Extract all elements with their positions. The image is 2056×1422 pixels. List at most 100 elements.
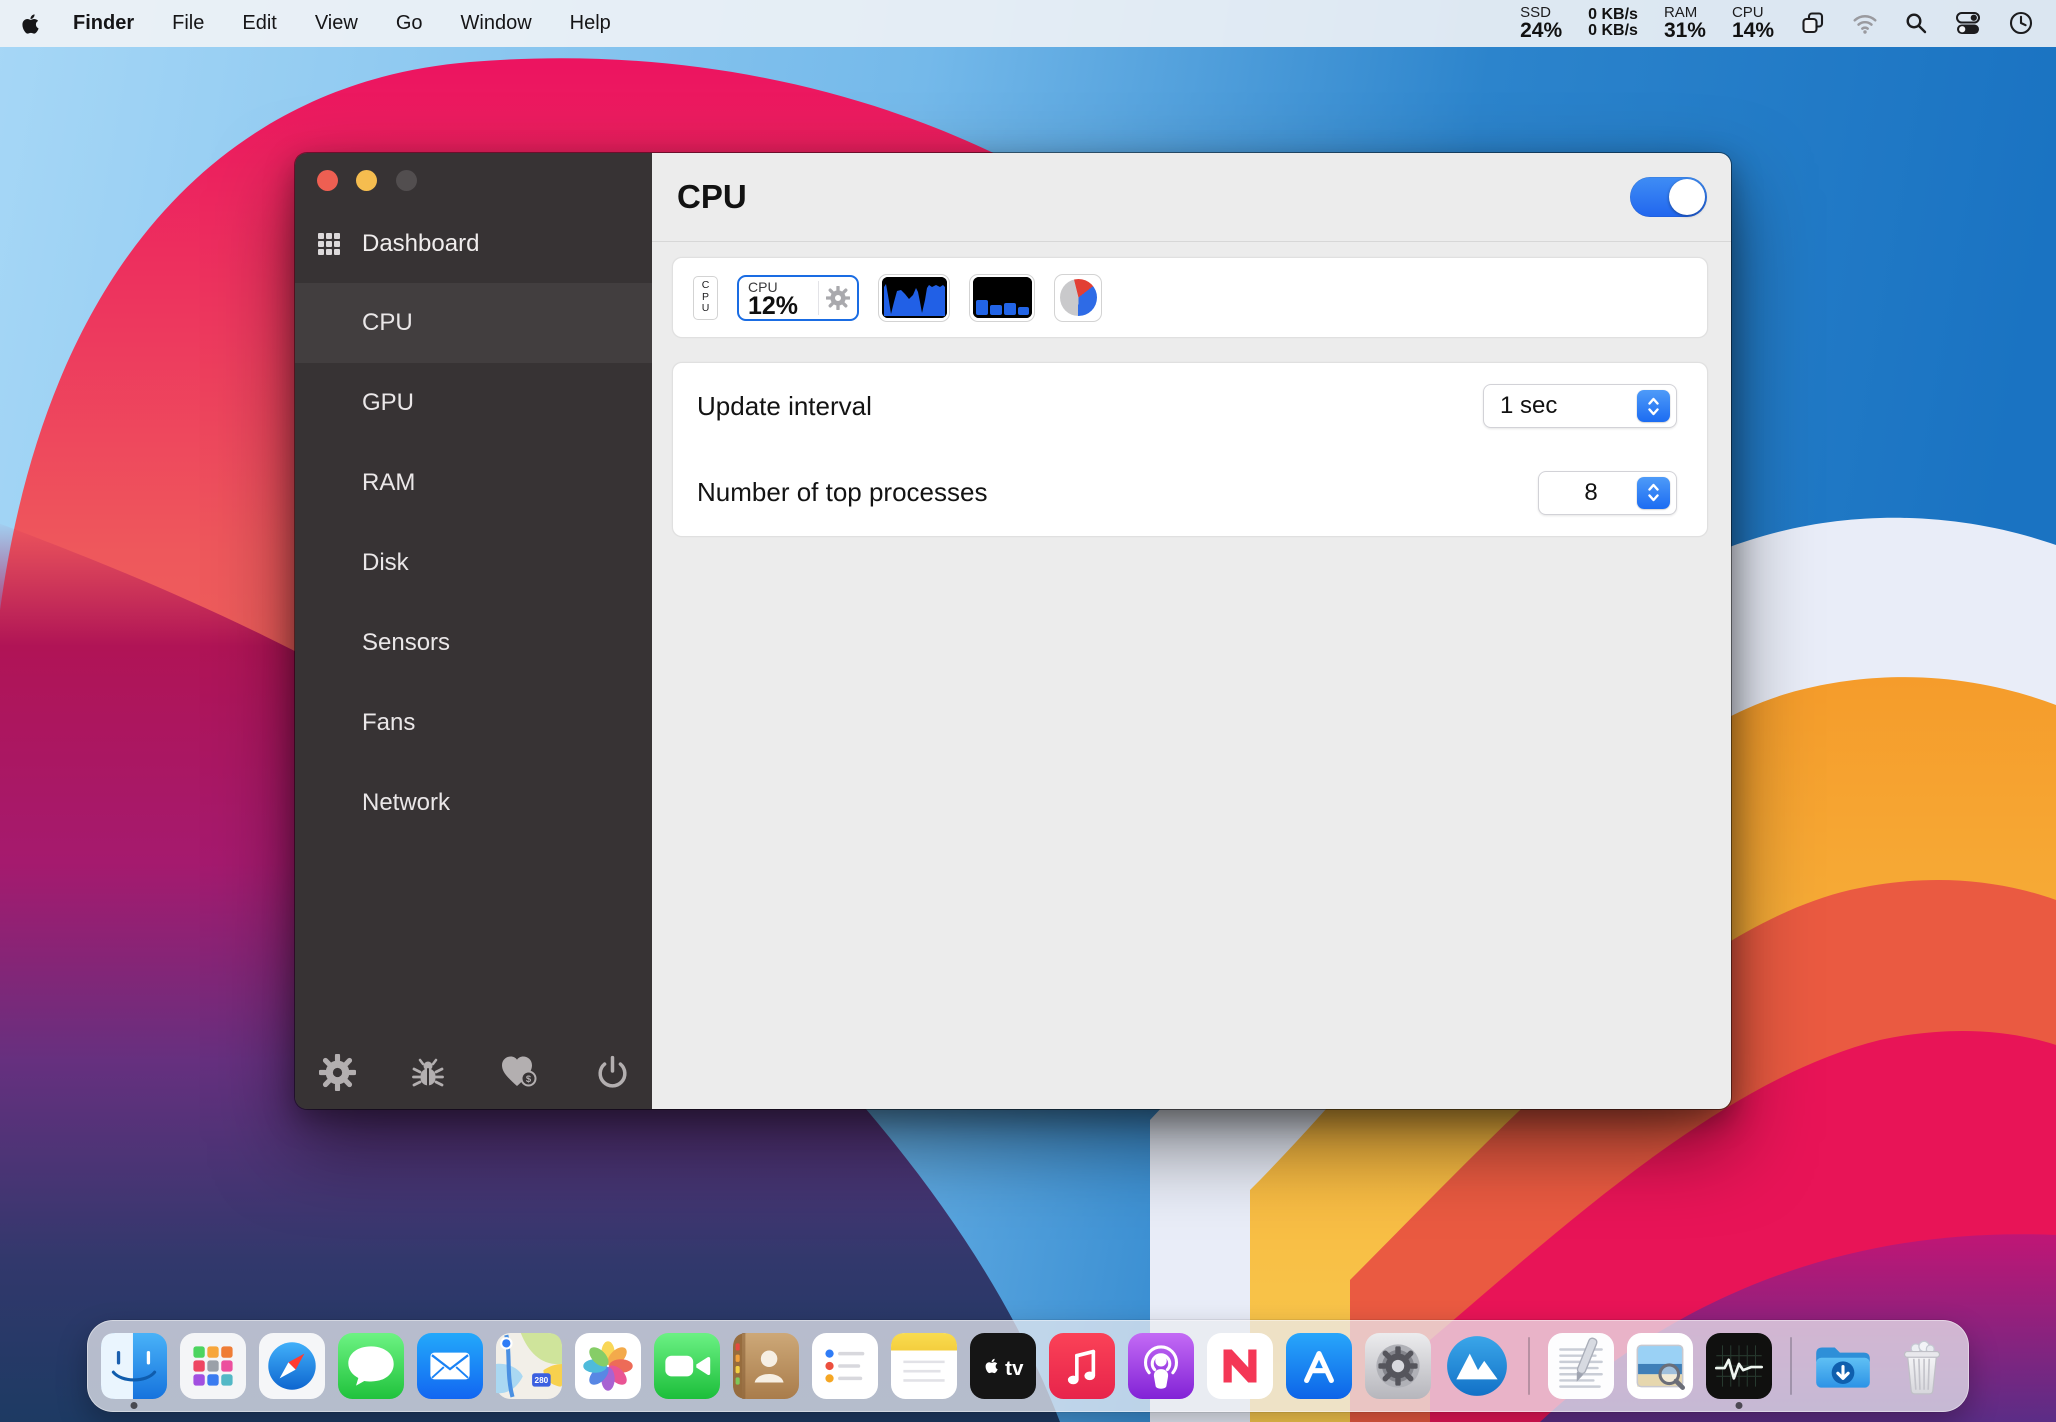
module-enable-toggle[interactable] [1630, 177, 1707, 217]
bar-chart-icon [973, 277, 1032, 318]
dock-item-system-preferences[interactable] [1365, 1333, 1431, 1399]
menu-window[interactable]: Window [461, 12, 532, 35]
dock-item-trash[interactable] [1889, 1333, 1955, 1399]
widget-mini-text[interactable]: C P U [693, 276, 718, 320]
dock-item-launchpad[interactable] [180, 1333, 246, 1399]
svg-text:tv: tv [1005, 1357, 1024, 1380]
ram-value: 31% [1664, 20, 1706, 42]
sidebar-item-ram[interactable]: RAM [295, 443, 652, 523]
dock-item-news[interactable] [1207, 1333, 1273, 1399]
status-cpu[interactable]: CPU 14% [1732, 5, 1774, 43]
podcasts-icon [1128, 1333, 1194, 1399]
settings-gear-icon[interactable] [319, 1054, 356, 1091]
widget-label-value-selected[interactable]: CPU 12% [737, 275, 859, 321]
zoom-button-disabled[interactable] [396, 170, 417, 191]
dock-item-monitoring-app[interactable] [1444, 1333, 1510, 1399]
menu-help[interactable]: Help [570, 12, 611, 35]
contacts-icon [733, 1333, 799, 1399]
update-interval-select[interactable]: 1 sec [1483, 384, 1677, 428]
sidebar-item-cpu[interactable]: CPU [295, 283, 652, 363]
running-indicator [131, 1402, 138, 1409]
panel-header: CPU [652, 153, 1731, 242]
widget-bar-chart[interactable] [969, 274, 1035, 322]
music-icon [1049, 1333, 1115, 1399]
close-button[interactable] [317, 170, 338, 191]
menu-file[interactable]: File [172, 12, 204, 35]
desktop: Finder File Edit View Go Window Help SSD… [0, 0, 2056, 1422]
control-center-icon[interactable] [1954, 10, 1982, 36]
windows-stack-icon[interactable] [1800, 10, 1826, 36]
bug-report-icon[interactable] [410, 1055, 446, 1091]
dock-item-safari[interactable] [259, 1333, 325, 1399]
top-processes-select[interactable]: 8 [1538, 471, 1677, 515]
safari-icon [259, 1333, 325, 1399]
cpu-value: 14% [1732, 20, 1774, 42]
dock-item-downloads[interactable] [1810, 1333, 1876, 1399]
sidebar-item-disk[interactable]: Disk [295, 523, 652, 603]
dock-item-activity-monitor[interactable] [1706, 1333, 1772, 1399]
dock-item-finder[interactable] [101, 1333, 167, 1399]
launchpad-icon [180, 1333, 246, 1399]
mail-icon [417, 1333, 483, 1399]
power-icon[interactable] [594, 1054, 631, 1091]
dock-item-music[interactable] [1049, 1333, 1115, 1399]
dock-item-photos[interactable] [575, 1333, 641, 1399]
dock-item-podcasts[interactable] [1128, 1333, 1194, 1399]
donate-heart-icon[interactable]: $ [500, 1055, 540, 1091]
settings-card: Update interval 1 sec Number of top proc… [672, 362, 1708, 537]
messages-icon [338, 1333, 404, 1399]
apple-menu-icon[interactable] [22, 13, 39, 35]
update-interval-value: 1 sec [1500, 392, 1557, 420]
dock-item-reminders[interactable] [812, 1333, 878, 1399]
dock-item-textedit[interactable] [1548, 1333, 1614, 1399]
clock-icon[interactable] [2008, 10, 2034, 36]
dock-item-tv[interactable]: tv [970, 1333, 1036, 1399]
dock-item-app-store[interactable] [1286, 1333, 1352, 1399]
dock-item-contacts[interactable] [733, 1333, 799, 1399]
facetime-icon [654, 1333, 720, 1399]
sidebar-item-fans[interactable]: Fans [295, 683, 652, 763]
setting-row-update-interval: Update interval 1 sec [673, 363, 1707, 450]
widget-settings-gear-icon[interactable] [819, 277, 857, 319]
toggle-knob [1669, 179, 1705, 215]
downloads-folder-icon [1810, 1333, 1876, 1399]
top-processes-value: 8 [1555, 479, 1627, 507]
dock-item-messages[interactable] [338, 1333, 404, 1399]
main-panel: CPU C P U CPU 12% [652, 153, 1731, 1109]
running-indicator [1736, 1402, 1743, 1409]
dock-item-facetime[interactable] [654, 1333, 720, 1399]
maps-icon: 280 [496, 1333, 562, 1399]
sidebar-item-network[interactable]: Network [295, 763, 652, 843]
stepper-icon[interactable] [1637, 390, 1670, 422]
trash-icon [1889, 1333, 1955, 1399]
activity-monitor-icon [1706, 1333, 1772, 1399]
page-title: CPU [677, 178, 747, 216]
stepper-icon[interactable] [1637, 477, 1670, 509]
status-network[interactable]: 0 KB/s 0 KB/s [1588, 7, 1638, 41]
widget-line-chart[interactable] [878, 274, 950, 322]
dock-item-notes[interactable] [891, 1333, 957, 1399]
search-icon[interactable] [1904, 11, 1928, 35]
status-ram[interactable]: RAM 31% [1664, 5, 1706, 43]
menu-edit[interactable]: Edit [242, 12, 276, 35]
notes-icon [891, 1333, 957, 1399]
widget-pie-chart[interactable] [1054, 274, 1102, 322]
sidebar-item-gpu[interactable]: GPU [295, 363, 652, 443]
dock-item-mail[interactable] [417, 1333, 483, 1399]
dock-item-maps[interactable]: 280 [496, 1333, 562, 1399]
menu-go[interactable]: Go [396, 12, 423, 35]
dock: 280 [87, 1320, 1969, 1412]
top-processes-label: Number of top processes [697, 477, 987, 508]
cpu-label: CPU [1732, 5, 1774, 21]
sidebar: Dashboard CPU GPU RAM Disk Sensors Fans … [295, 153, 652, 1109]
menu-view[interactable]: View [315, 12, 358, 35]
dock-item-preview[interactable] [1627, 1333, 1693, 1399]
wifi-icon[interactable] [1852, 11, 1878, 35]
sidebar-item-dashboard[interactable]: Dashboard [295, 219, 652, 269]
minimize-button[interactable] [356, 170, 377, 191]
widget-value: 12% [748, 294, 818, 319]
app-menu-finder[interactable]: Finder [73, 12, 134, 35]
sidebar-item-sensors[interactable]: Sensors [295, 603, 652, 683]
status-ssd[interactable]: SSD 24% [1520, 5, 1562, 43]
photos-icon [575, 1333, 641, 1399]
